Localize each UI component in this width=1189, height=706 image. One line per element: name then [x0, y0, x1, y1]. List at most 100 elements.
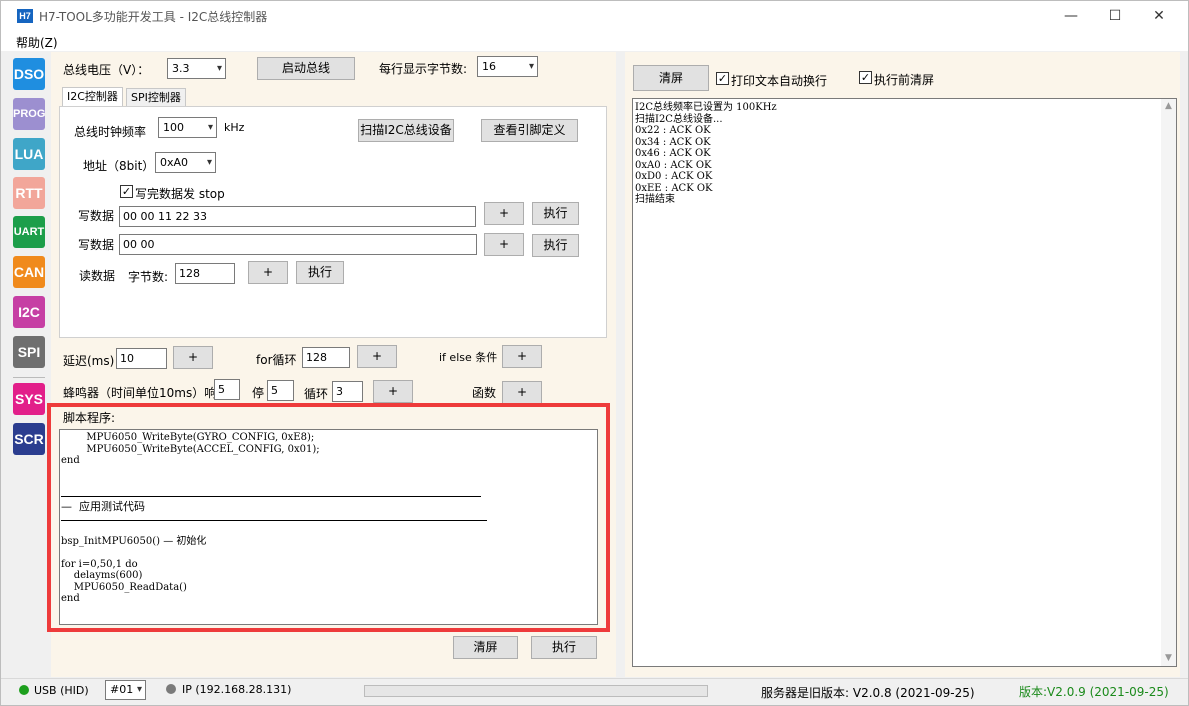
- delay-add-button[interactable]: +: [173, 346, 213, 369]
- log-line: 0xA0 : ACK OK: [635, 159, 712, 171]
- script-line: for i=0,50,1 do: [61, 558, 138, 570]
- beeper-add-button[interactable]: +: [373, 380, 413, 403]
- read-data-add-button[interactable]: +: [248, 261, 288, 284]
- voltage-select[interactable]: 3.3 ▾: [167, 58, 226, 79]
- for-loop-add-button[interactable]: +: [357, 345, 397, 368]
- tool-sidebar: DSO PROG LUA RTT UART CAN I2C SPI SYS SC…: [9, 52, 49, 677]
- bytes-per-line-select[interactable]: 16 ▾: [477, 56, 538, 77]
- log-line: I2C总线频率已设置为 100KHz: [635, 102, 777, 113]
- script-line: [61, 467, 596, 479]
- beeper-on-input[interactable]: 5: [214, 379, 240, 400]
- app-version-label: 版本:V2.0.9 (2021-09-25): [1019, 685, 1169, 699]
- log-line: 扫描I2C总线设备...: [635, 113, 723, 125]
- script-line: [61, 513, 596, 525]
- log-line: 扫描结束: [635, 194, 675, 205]
- address-value: 0xA0: [160, 156, 189, 169]
- beeper-stop-label: 停: [252, 386, 265, 400]
- clear-before-run-checkbox[interactable]: ✓: [859, 71, 872, 84]
- log-scrollbar[interactable]: ▲ ▼: [1161, 99, 1176, 666]
- scroll-up-icon[interactable]: ▲: [1161, 99, 1176, 114]
- tool-can-button[interactable]: CAN: [13, 256, 45, 288]
- tool-lua-button[interactable]: LUA: [13, 138, 45, 170]
- script-line: end: [61, 455, 80, 466]
- start-bus-button[interactable]: 启动总线: [257, 57, 355, 80]
- for-loop-input[interactable]: 128: [302, 347, 350, 368]
- ip-status-icon: [166, 684, 176, 694]
- delay-input[interactable]: 10: [116, 348, 167, 369]
- scroll-down-icon[interactable]: ▼: [1161, 651, 1176, 666]
- script-line: MPU6050_ReadData(): [61, 581, 187, 593]
- write-data-1-label: 写数据: [78, 209, 115, 223]
- tool-prog-button[interactable]: PROG: [13, 98, 45, 130]
- usb-status-icon: [19, 685, 29, 695]
- log-output[interactable]: I2C总线频率已设置为 100KHz 扫描I2C总线设备... 0x22 : A…: [632, 98, 1177, 667]
- tab-spi-controller[interactable]: SPI控制器: [126, 88, 186, 108]
- write-data-1-input[interactable]: 00 00 11 22 33: [119, 206, 476, 227]
- bytes-per-line-value: 16: [482, 60, 496, 73]
- for-loop-label: for循环: [256, 353, 297, 367]
- ip-status-label: IP (192.168.28.131): [182, 683, 292, 696]
- script-clear-button[interactable]: 清屏: [453, 636, 518, 659]
- maximize-button[interactable]: ☐: [1092, 1, 1138, 31]
- script-divider: [61, 520, 487, 521]
- write-data-1-add-button[interactable]: +: [484, 202, 524, 225]
- script-line: MPU6050_WriteByte(GYRO_CONFIG, 0xE8);: [61, 432, 315, 443]
- read-bytes-input[interactable]: 128: [175, 263, 235, 284]
- read-data-exec-button[interactable]: 执行: [296, 261, 344, 284]
- clock-select[interactable]: 100 ▾: [158, 117, 217, 138]
- log-line: 0x34 : ACK OK: [635, 136, 711, 148]
- function-label: 函数: [472, 386, 497, 400]
- server-version-label: 服务器是旧版本: V2.0.8 (2021-09-25): [761, 686, 975, 700]
- pin-definition-button[interactable]: 查看引脚定义: [481, 119, 578, 142]
- delay-label: 延迟(ms): [63, 354, 115, 368]
- script-title: 脚本程序:: [63, 411, 116, 425]
- read-data-label: 读数据: [79, 269, 116, 283]
- voltage-value: 3.3: [172, 62, 190, 75]
- if-else-add-button[interactable]: +: [502, 345, 542, 368]
- tool-scr-button[interactable]: SCR: [13, 423, 45, 455]
- log-line: 0xD0 : ACK OK: [635, 171, 713, 182]
- chevron-down-icon: ▾: [206, 157, 212, 168]
- scan-i2c-button[interactable]: 扫描I2C总线设备: [358, 119, 454, 142]
- beeper-loop-input[interactable]: 3: [332, 381, 363, 402]
- tool-sys-button[interactable]: SYS: [13, 383, 45, 415]
- status-bar: USB (HID) #01 ▾ IP (192.168.28.131) 服务器是…: [1, 678, 1188, 705]
- script-divider: [61, 496, 481, 497]
- auto-wrap-checkbox[interactable]: ✓: [716, 72, 729, 85]
- function-add-button[interactable]: +: [502, 381, 542, 404]
- window-title: H7-TOOL多功能开发工具 - I2C总线控制器: [39, 10, 268, 24]
- write-data-2-input[interactable]: 00 00: [119, 234, 477, 255]
- write-data-2-add-button[interactable]: +: [484, 233, 524, 256]
- tool-rtt-button[interactable]: RTT: [13, 177, 45, 209]
- title-bar: H7 H7-TOOL多功能开发工具 - I2C总线控制器 — ☐ ✕: [1, 1, 1188, 31]
- script-line: MPU6050_WriteByte(ACCEL_CONFIG, 0x01);: [61, 443, 320, 455]
- clock-value: 100: [163, 121, 184, 134]
- script-line: — 应用测试代码: [61, 500, 145, 513]
- tool-i2c-button[interactable]: I2C: [13, 296, 45, 328]
- device-select[interactable]: #01 ▾: [105, 680, 146, 700]
- bytes-per-line-label: 每行显示字节数:: [379, 62, 468, 76]
- menu-bar: 帮助(Z): [1, 31, 1188, 51]
- app-logo: H7: [17, 9, 33, 23]
- script-line: [61, 524, 596, 536]
- tab-i2c-controller[interactable]: I2C控制器: [62, 87, 123, 108]
- script-editor[interactable]: MPU6050_WriteByte(GYRO_CONFIG, 0xE8); MP…: [59, 429, 598, 625]
- script-run-button[interactable]: 执行: [531, 636, 597, 659]
- script-line: end: [61, 593, 80, 604]
- address-select[interactable]: 0xA0 ▾: [155, 152, 216, 173]
- log-clear-button[interactable]: 清屏: [633, 65, 709, 91]
- device-value: #01: [110, 683, 134, 696]
- stop-checkbox[interactable]: ✓: [120, 185, 133, 198]
- tool-uart-button[interactable]: UART: [13, 216, 45, 248]
- usb-status-label: USB (HID): [34, 684, 89, 697]
- toolbar-divider: [13, 377, 45, 378]
- write-data-1-exec-button[interactable]: 执行: [532, 202, 579, 225]
- close-button[interactable]: ✕: [1136, 1, 1182, 31]
- write-data-2-exec-button[interactable]: 执行: [532, 234, 579, 257]
- beeper-loop-label: 循环: [304, 387, 329, 401]
- beeper-stop-input[interactable]: 5: [267, 380, 294, 401]
- menu-help[interactable]: 帮助(Z): [16, 34, 58, 51]
- tool-spi-button[interactable]: SPI: [13, 336, 45, 368]
- tool-dso-button[interactable]: DSO: [13, 58, 45, 90]
- minimize-button[interactable]: —: [1048, 1, 1094, 31]
